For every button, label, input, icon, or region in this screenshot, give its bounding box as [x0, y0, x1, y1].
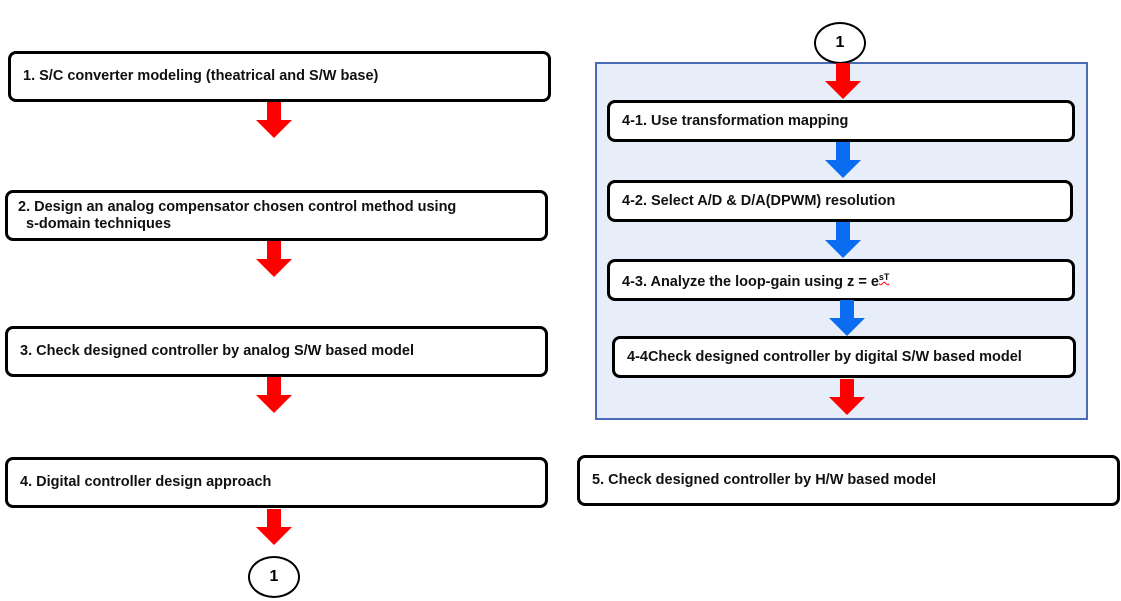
step-1-label: 1. S/C converter modeling (theatrical an… [23, 68, 379, 84]
arrow-down-icon [825, 63, 861, 99]
connector-circle-bottom: 1 [248, 556, 300, 598]
arrow-down-icon [256, 377, 292, 413]
substep-4-2-box: 4-2. Select A/D & D/A(DPWM) resolution [607, 180, 1073, 222]
substep-4-3-box: 4-3. Analyze the loop-gain using z = esT [607, 259, 1075, 301]
connector-label: 1 [835, 34, 845, 51]
step-5-box: 5. Check designed controller by H/W base… [577, 455, 1120, 506]
substep-4-2-label: 4-2. Select A/D & D/A(DPWM) resolution [622, 192, 896, 209]
step-1-box: 1. S/C converter modeling (theatrical an… [8, 51, 551, 102]
substep-4-3-label: 4-3. Analyze the loop-gain using z = esT [622, 272, 890, 290]
step-4-label: 4. Digital controller design approach [20, 474, 272, 490]
step-4-box: 4. Digital controller design approach [5, 457, 548, 508]
step-3-label: 3. Check designed controller by analog S… [20, 343, 415, 359]
arrow-down-icon [825, 142, 861, 178]
arrow-down-icon [829, 379, 865, 415]
substep-4-1-box: 4-1. Use transformation mapping [607, 100, 1075, 142]
arrow-down-icon [256, 509, 292, 545]
connector-label: 1 [269, 568, 279, 585]
substep-4-4-box: 4-4Check designed controller by digital … [612, 336, 1076, 378]
arrow-down-icon [829, 300, 865, 336]
substep-4-4-label: 4-4Check designed controller by digital … [627, 348, 1022, 365]
substep-4-1-label: 4-1. Use transformation mapping [622, 112, 849, 129]
step-2-label: 2. Design an analog compensator chosen c… [18, 198, 457, 215]
step-2-box: 2. Design an analog compensator chosen c… [5, 190, 548, 241]
arrow-down-icon [256, 241, 292, 277]
step-3-box: 3. Check designed controller by analog S… [5, 326, 548, 377]
step-2-label-line2: s-domain techniques [26, 215, 172, 232]
connector-circle-top: 1 [814, 22, 866, 64]
arrow-down-icon [256, 102, 292, 138]
arrow-down-icon [825, 222, 861, 258]
step-5-label: 5. Check designed controller by H/W base… [592, 472, 937, 488]
